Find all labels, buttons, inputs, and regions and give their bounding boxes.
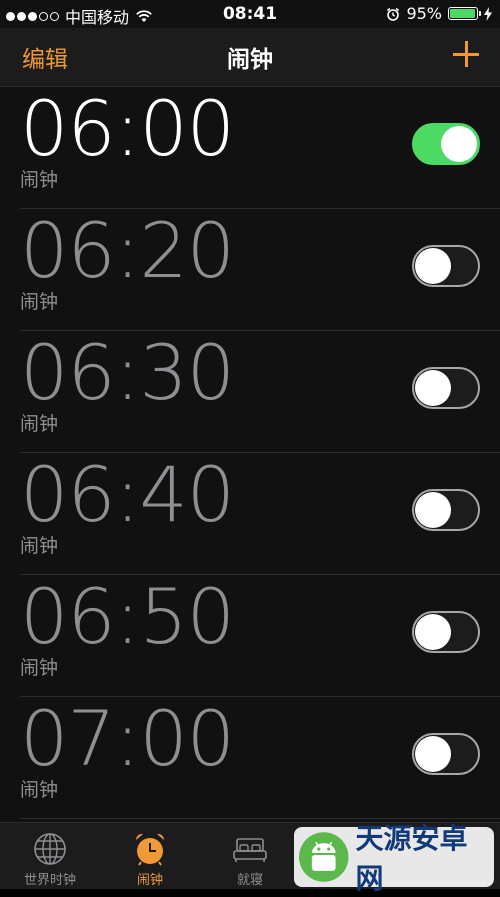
alarm-row[interactable]: 06:40 闹钟 bbox=[20, 453, 500, 575]
alarm-time: 07:00 bbox=[20, 694, 235, 783]
charging-bolt-icon bbox=[484, 6, 492, 21]
alarm-toggle[interactable] bbox=[412, 245, 480, 287]
alarm-row[interactable]: 06:00 闹钟 bbox=[20, 87, 500, 209]
battery-icon bbox=[448, 7, 481, 20]
android-logo-icon bbox=[298, 832, 349, 882]
alarm-toggle[interactable] bbox=[412, 367, 480, 409]
alarm-time: 06:00 bbox=[20, 84, 235, 173]
alarm-time: 06:40 bbox=[20, 450, 235, 539]
alarm-toggle[interactable] bbox=[412, 489, 480, 531]
alarm-row[interactable]: 06:30 闹钟 bbox=[20, 331, 500, 453]
alarm-status-icon bbox=[387, 7, 400, 21]
toggle-knob bbox=[415, 492, 451, 528]
battery-percent: 95% bbox=[406, 4, 442, 23]
battery-fill bbox=[450, 9, 475, 18]
alarm-clock-icon bbox=[135, 833, 165, 866]
alarm-time: 06:30 bbox=[20, 328, 235, 417]
tab-label: 闹钟 bbox=[136, 873, 163, 888]
tab-world-clock[interactable]: 世界时钟 bbox=[0, 823, 100, 889]
alarm-label: 闹钟 bbox=[20, 291, 59, 313]
toggle-knob bbox=[415, 614, 451, 650]
alarm-list: 06:00 闹钟 06:20 闹钟 06:30 闹钟 06:40 闹钟 06:50 闹钟 07:00… bbox=[0, 87, 500, 819]
status-right: 95% bbox=[386, 4, 492, 23]
alarm-label: 闹钟 bbox=[20, 413, 59, 435]
globe-icon bbox=[34, 833, 66, 865]
toggle-knob bbox=[415, 370, 451, 406]
toggle-knob bbox=[415, 736, 451, 772]
page-title: 闹钟 bbox=[227, 47, 273, 73]
bed-icon bbox=[233, 838, 267, 862]
alarm-label: 闹钟 bbox=[20, 535, 59, 557]
watermark: 天源安卓网 bbox=[294, 822, 494, 895]
tab-label: 就寝 bbox=[236, 873, 263, 888]
toggle-knob bbox=[441, 126, 477, 162]
toggle-knob bbox=[415, 248, 451, 284]
status-bar: 中国移动 08:41 95% bbox=[0, 0, 500, 28]
alarm-row[interactable]: 06:20 闹钟 bbox=[20, 209, 500, 331]
navigation-bar: 编辑 闹钟 bbox=[0, 28, 500, 87]
tab-alarm[interactable]: 闹钟 bbox=[100, 823, 200, 889]
alarm-toggle[interactable] bbox=[412, 123, 480, 165]
alarm-toggle[interactable] bbox=[412, 611, 480, 653]
alarm-label: 闹钟 bbox=[20, 779, 59, 801]
alarm-toggle[interactable] bbox=[412, 733, 480, 775]
alarm-row[interactable]: 07:00 闹钟 bbox=[20, 697, 500, 819]
tab-bedtime[interactable]: 就寝 bbox=[200, 823, 300, 889]
plus-icon[interactable] bbox=[452, 40, 480, 68]
alarm-time: 06:20 bbox=[20, 206, 235, 295]
watermark-text: 天源安卓网 bbox=[355, 822, 468, 895]
tab-label: 世界时钟 bbox=[23, 873, 76, 888]
alarm-row[interactable]: 06:50 闹钟 bbox=[20, 575, 500, 697]
alarm-time: 06:50 bbox=[20, 572, 235, 661]
alarm-label: 闹钟 bbox=[20, 657, 59, 679]
alarm-label: 闹钟 bbox=[20, 169, 59, 191]
